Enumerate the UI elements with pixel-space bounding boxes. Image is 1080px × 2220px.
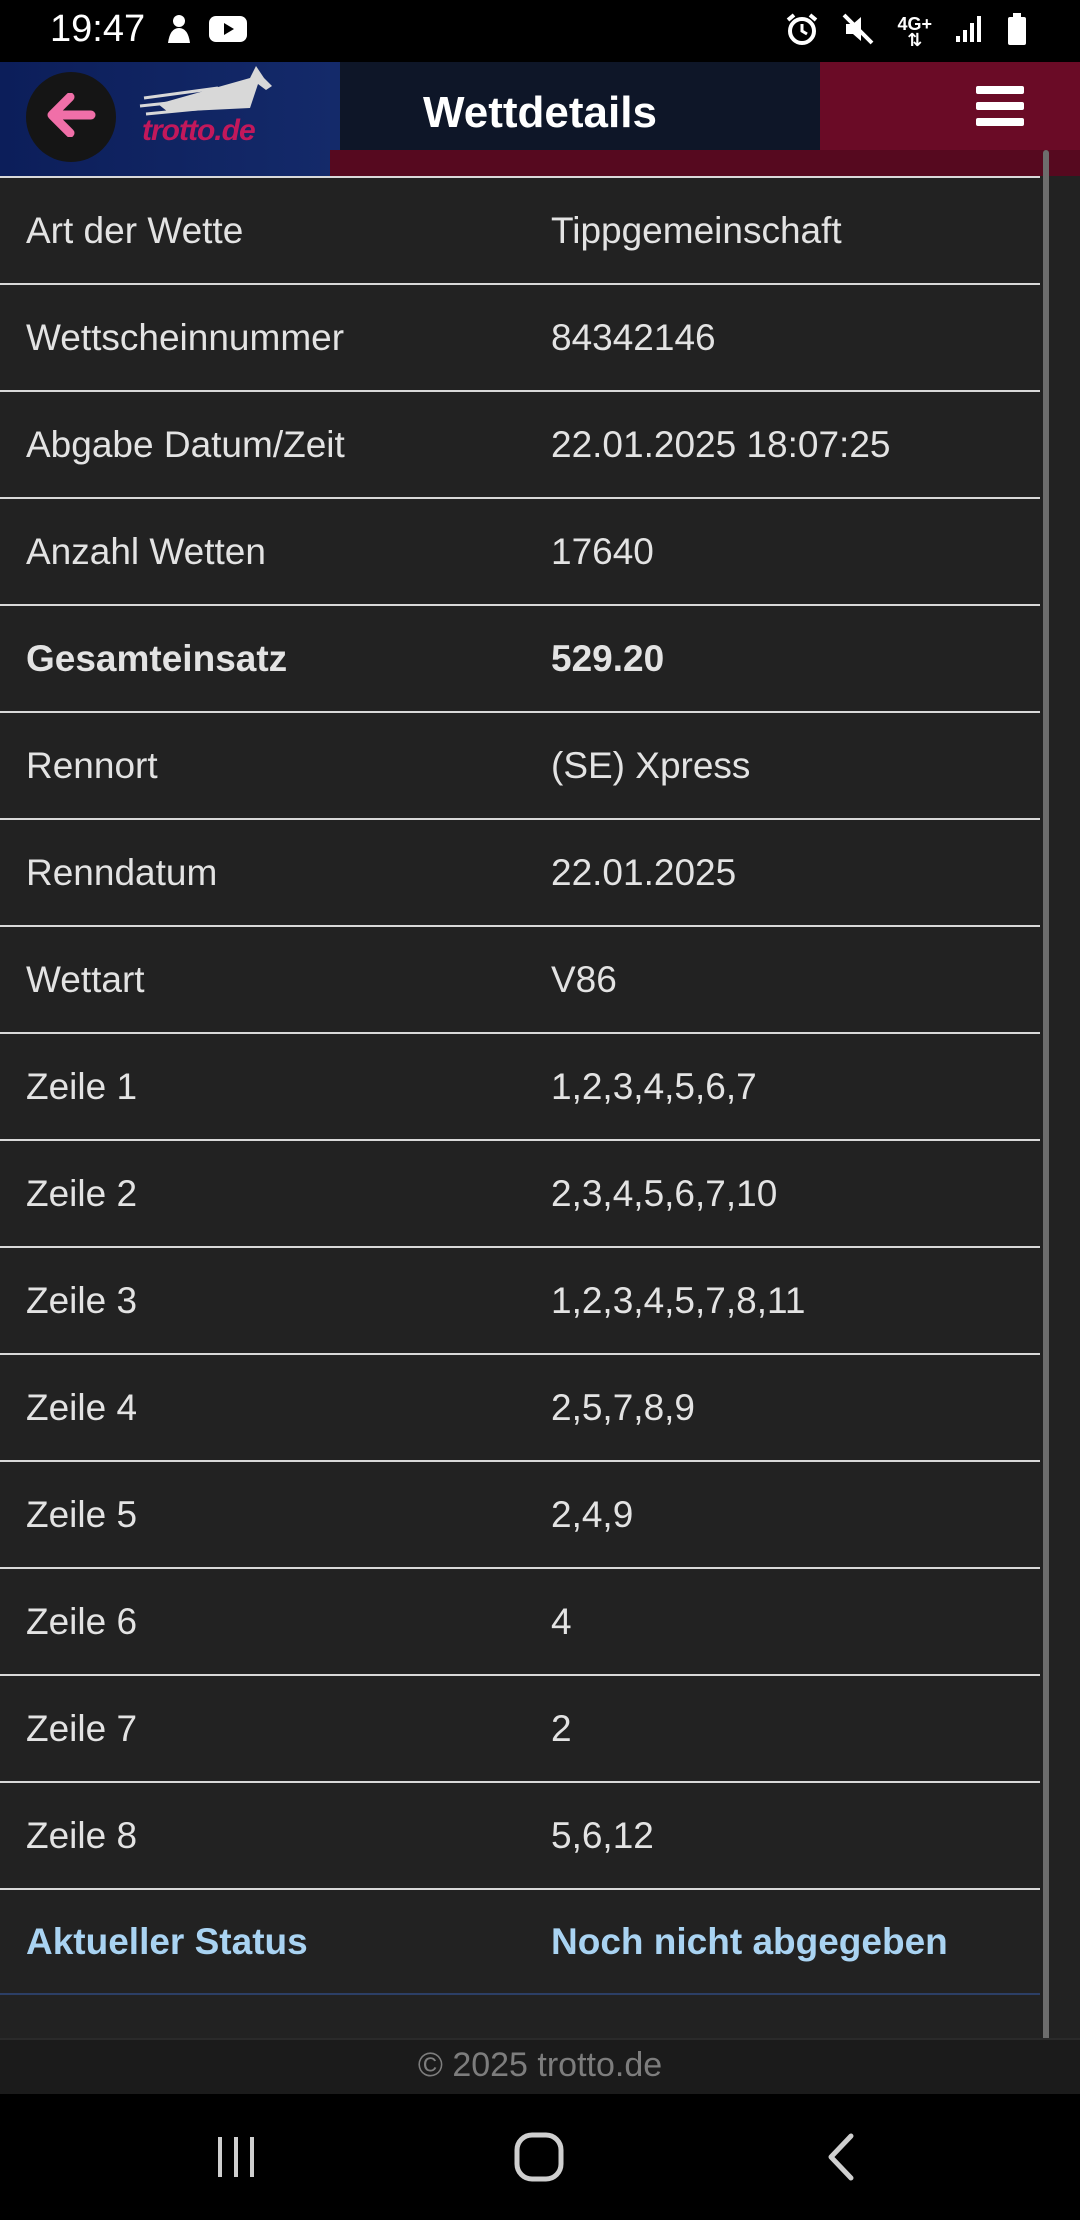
detail-value: 17640 (551, 530, 654, 572)
detail-value: 2,3,4,5,6,7,10 (551, 1172, 778, 1214)
signal-icon (954, 14, 984, 49)
detail-value: Tippgemeinschaft (551, 209, 842, 251)
detail-label: Zeile 1 (26, 1065, 138, 1107)
detail-row: Renndatum 22.01.2025 (0, 818, 1040, 925)
status-label: Aktueller Status (26, 1920, 308, 1962)
battery-icon (1006, 12, 1028, 51)
detail-row: Wettart V86 (0, 925, 1040, 1032)
detail-row: Zeile 1 1,2,3,4,5,6,7 (0, 1032, 1040, 1139)
detail-value: 22.01.2025 (551, 851, 737, 893)
mute-icon (841, 12, 875, 51)
recent-apps-icon (212, 2135, 262, 2184)
detail-label: Wettart (26, 958, 145, 1000)
detail-row: Zeile 5 2,4,9 (0, 1460, 1040, 1567)
status-value: Noch nicht abgegeben (551, 1920, 948, 1962)
detail-label: Zeile 8 (26, 1814, 138, 1856)
detail-row-total-stake: Gesamteinsatz 529.20 (0, 604, 1040, 711)
system-back-button[interactable] (796, 2124, 886, 2194)
header-stripe (330, 150, 1080, 176)
detail-label: Rennort (26, 744, 158, 786)
detail-row: Zeile 6 4 (0, 1567, 1040, 1674)
detail-row: Zeile 7 2 (0, 1674, 1040, 1781)
detail-label: Gesamteinsatz (26, 637, 288, 679)
detail-row: Zeile 3 1,2,3,4,5,7,8,11 (0, 1246, 1040, 1353)
detail-row: Zeile 8 5,6,12 (0, 1781, 1040, 1888)
alarm-icon (785, 12, 819, 51)
status-bar: 19:47 4G+ ⇅ (0, 0, 1080, 62)
detail-row: Anzahl Wetten 17640 (0, 497, 1040, 604)
detail-value: 2,4,9 (551, 1493, 634, 1535)
person-icon (166, 14, 192, 49)
detail-label: Art der Wette (26, 209, 244, 251)
4g-icon: 4G+ ⇅ (897, 13, 932, 50)
detail-value: 2 (551, 1707, 572, 1749)
detail-label: Zeile 3 (26, 1279, 138, 1321)
detail-row: Abgabe Datum/Zeit 22.01.2025 18:07:25 (0, 390, 1040, 497)
phone-screen: 19:47 4G+ ⇅ trotto.de Wettdetails Art de… (0, 0, 1080, 2220)
detail-value: 22.01.2025 18:07:25 (551, 423, 891, 465)
detail-value: 4 (551, 1600, 572, 1642)
detail-label: Renndatum (26, 851, 218, 893)
detail-label: Anzahl Wetten (26, 530, 266, 572)
scrollbar[interactable] (1043, 150, 1049, 2046)
detail-value: 1,2,3,4,5,6,7 (551, 1065, 757, 1107)
detail-label: Zeile 4 (26, 1386, 138, 1428)
app-header: trotto.de Wettdetails (0, 62, 1080, 176)
detail-value: 529.20 (551, 637, 665, 679)
detail-row: Art der Wette Tippgemeinschaft (0, 176, 1040, 283)
back-icon (821, 2132, 861, 2187)
detail-row: Rennort (SE) Xpress (0, 711, 1040, 818)
detail-value: 1,2,3,4,5,7,8,11 (551, 1279, 806, 1321)
detail-label: Zeile 6 (26, 1600, 138, 1642)
detail-row-status: Aktueller Status Noch nicht abgegeben (0, 1888, 1040, 1995)
footer-copyright: © 2025 trotto.de (0, 2038, 1080, 2094)
detail-value: 2,5,7,8,9 (551, 1386, 696, 1428)
detail-label: Zeile 5 (26, 1493, 138, 1535)
recent-apps-button[interactable] (192, 2124, 282, 2194)
detail-row: Zeile 4 2,5,7,8,9 (0, 1353, 1040, 1460)
detail-value: (SE) Xpress (551, 744, 751, 786)
detail-row: Wettscheinnummer 84342146 (0, 283, 1040, 390)
menu-button[interactable] (960, 76, 1040, 146)
youtube-icon (208, 14, 248, 49)
bet-details-table: Art der Wette Tippgemeinschaft Wettschein… (0, 176, 1080, 2038)
home-icon (513, 2131, 565, 2188)
detail-label: Zeile 7 (26, 1707, 138, 1749)
home-button[interactable] (494, 2124, 584, 2194)
detail-row: Zeile 2 2,3,4,5,6,7,10 (0, 1139, 1040, 1246)
detail-value: 5,6,12 (551, 1814, 654, 1856)
detail-value: V86 (551, 958, 617, 1000)
page-title: Wettdetails (423, 88, 657, 137)
hamburger-icon (960, 86, 1040, 150)
detail-label: Abgabe Datum/Zeit (26, 423, 345, 465)
status-time: 19:47 (50, 8, 146, 50)
system-nav-bar (0, 2094, 1080, 2220)
detail-value: 84342146 (551, 316, 716, 358)
detail-label: Zeile 2 (26, 1172, 138, 1214)
detail-label: Wettscheinnummer (26, 316, 345, 358)
